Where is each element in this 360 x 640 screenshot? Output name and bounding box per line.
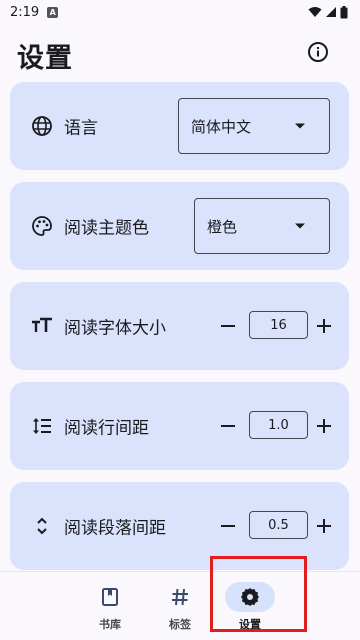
dropdown-arrow-icon bbox=[295, 123, 305, 129]
minus-icon bbox=[221, 525, 235, 527]
nav-item-settings[interactable]: 设置 bbox=[220, 572, 280, 640]
nav-item-library[interactable]: 书库 bbox=[80, 572, 140, 640]
nav-label-library: 书库 bbox=[99, 618, 121, 631]
gear-icon bbox=[241, 588, 259, 606]
nav-label-settings: 设置 bbox=[239, 618, 261, 631]
notification-a-icon: A bbox=[47, 6, 59, 18]
nav-pill-settings bbox=[225, 582, 275, 612]
language-setting-card: 语言 简体中文 bbox=[10, 82, 349, 170]
bottom-navigation: 书库 标签 设置 bbox=[0, 571, 360, 640]
nav-label-tags: 标签 bbox=[169, 618, 191, 631]
line-spacing-decrease-button[interactable] bbox=[216, 411, 240, 441]
theme-color-setting-card: 阅读主题色 橙色 bbox=[10, 182, 349, 270]
minus-icon bbox=[221, 325, 235, 327]
font-size-label: 阅读字体大小 bbox=[64, 318, 166, 339]
dropdown-arrow-icon bbox=[295, 223, 305, 229]
paragraph-spacing-stepper: 0.5 bbox=[216, 511, 336, 541]
line-spacing-input[interactable]: 1.0 bbox=[249, 411, 308, 439]
info-icon bbox=[308, 42, 328, 62]
status-icons bbox=[308, 5, 348, 19]
theme-color-label: 阅读主题色 bbox=[64, 218, 149, 239]
plus-icon bbox=[317, 319, 331, 333]
signal-icon bbox=[326, 7, 336, 17]
language-dropdown[interactable]: 简体中文 bbox=[178, 98, 330, 154]
language-dropdown-value: 简体中文 bbox=[191, 117, 252, 136]
paragraph-spacing-decrease-button[interactable] bbox=[216, 511, 240, 541]
info-button[interactable] bbox=[306, 40, 330, 64]
globe-icon bbox=[30, 114, 54, 138]
hash-icon bbox=[172, 588, 188, 606]
line-spacing-setting-card: 阅读行间距 1.0 bbox=[10, 382, 349, 470]
app-header: 设置 bbox=[0, 24, 360, 80]
palette-icon bbox=[30, 214, 54, 238]
minus-icon bbox=[221, 425, 235, 427]
page-title: 设置 bbox=[17, 43, 73, 74]
line-spacing-stepper: 1.0 bbox=[216, 411, 336, 441]
font-size-stepper: 16 bbox=[216, 311, 336, 341]
font-size-input[interactable]: 16 bbox=[249, 311, 308, 339]
paragraph-spacing-label: 阅读段落间距 bbox=[64, 518, 166, 539]
plus-icon bbox=[317, 519, 331, 533]
nav-pill-tags bbox=[155, 582, 205, 612]
font-size-decrease-button[interactable] bbox=[216, 311, 240, 341]
line-spacing-label: 阅读行间距 bbox=[64, 418, 149, 439]
font-size-increase-button[interactable] bbox=[312, 311, 336, 341]
theme-color-dropdown-value: 橙色 bbox=[207, 217, 238, 236]
paragraph-spacing-increase-button[interactable] bbox=[312, 511, 336, 541]
line-spacing-icon bbox=[30, 414, 54, 438]
paragraph-spacing-setting-card: 阅读段落间距 0.5 bbox=[10, 482, 349, 570]
nav-item-tags[interactable]: 标签 bbox=[150, 572, 210, 640]
language-label: 语言 bbox=[64, 118, 98, 139]
battery-icon bbox=[340, 5, 348, 18]
status-bar: 2:19 A bbox=[0, 0, 360, 24]
paragraph-spacing-input[interactable]: 0.5 bbox=[249, 511, 308, 539]
text-size-icon bbox=[30, 314, 54, 338]
font-size-setting-card: 阅读字体大小 16 bbox=[10, 282, 349, 370]
status-time: 2:19 bbox=[10, 4, 40, 20]
book-icon bbox=[102, 588, 118, 606]
theme-color-dropdown[interactable]: 橙色 bbox=[194, 198, 330, 254]
expand-vertical-icon bbox=[30, 514, 54, 538]
plus-icon bbox=[317, 419, 331, 433]
wifi-icon bbox=[308, 7, 322, 17]
nav-pill-library bbox=[85, 582, 135, 612]
line-spacing-increase-button[interactable] bbox=[312, 411, 336, 441]
